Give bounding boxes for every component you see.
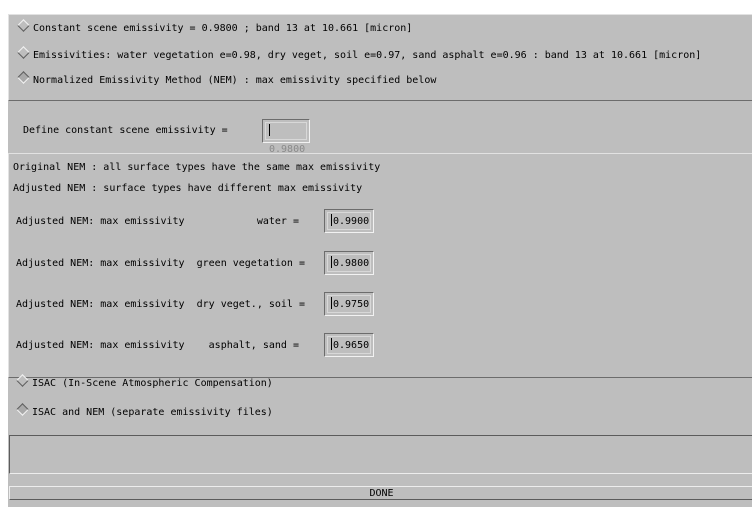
radio-diamond-icon bbox=[17, 19, 30, 32]
nem-asphalt-sand-field[interactable]: 0.9650 bbox=[324, 333, 374, 357]
radio-label: ISAC and NEM (separate emissivity files) bbox=[32, 407, 273, 418]
nem-water-field[interactable]: 0.9900 bbox=[324, 209, 374, 233]
radio-label: Constant scene emissivity = 0.9800 ; ban… bbox=[33, 23, 413, 34]
text-cursor bbox=[331, 338, 332, 350]
nem-asphalt-sand-value: 0.9650 bbox=[333, 340, 370, 351]
nem-water-value: 0.9900 bbox=[333, 216, 370, 227]
emissivity-dialog: Constant scene emissivity = 0.9800 ; ban… bbox=[8, 14, 752, 507]
radio-diamond-selected-icon bbox=[17, 71, 30, 84]
nem-green-vegetation-value: 0.9800 bbox=[333, 258, 370, 269]
nem-green-vegetation-field[interactable]: 0.9800 bbox=[324, 251, 374, 275]
constant-emissivity-label: Define constant scene emissivity = bbox=[23, 125, 228, 136]
method-options-panel: Constant scene emissivity = 0.9800 ; ban… bbox=[8, 14, 752, 101]
radio-isac-and-nem[interactable]: ISAC and NEM (separate emissivity files) bbox=[16, 403, 273, 421]
text-cursor bbox=[269, 124, 270, 136]
nem-settings-panel: Original NEM : all surface types have th… bbox=[8, 153, 752, 378]
done-label: DONE bbox=[369, 488, 394, 499]
radio-diamond-icon bbox=[16, 374, 29, 387]
text-cursor bbox=[331, 297, 332, 309]
radio-class-emissivities[interactable]: Emissivities: water vegetation e=0.98, d… bbox=[17, 46, 702, 64]
nem-green-vegetation-label: Adjusted NEM: max emissivity green veget… bbox=[16, 258, 305, 269]
radio-label: Emissivities: water vegetation e=0.98, d… bbox=[33, 50, 702, 61]
radio-diamond-selected-icon bbox=[16, 403, 29, 416]
text-cursor bbox=[331, 256, 332, 268]
done-button[interactable]: DONE bbox=[9, 486, 752, 500]
nem-asphalt-sand-label: Adjusted NEM: max emissivity asphalt, sa… bbox=[16, 340, 299, 351]
nem-dry-veget-soil-field[interactable]: 0.9750 bbox=[324, 292, 374, 316]
radio-nem[interactable]: Normalized Emissivity Method (NEM) : max… bbox=[17, 71, 437, 89]
radio-label: ISAC (In-Scene Atmospheric Compensation) bbox=[32, 378, 273, 389]
nem-note-original: Original NEM : all surface types have th… bbox=[13, 162, 381, 173]
nem-note-adjusted: Adjusted NEM : surface types have differ… bbox=[13, 183, 363, 194]
radio-constant-emissivity[interactable]: Constant scene emissivity = 0.9800 ; ban… bbox=[17, 19, 413, 37]
radio-label: Normalized Emissivity Method (NEM) : max… bbox=[33, 75, 437, 86]
nem-dry-veget-soil-label: Adjusted NEM: max emissivity dry veget.,… bbox=[16, 299, 305, 310]
nem-water-label: Adjusted NEM: max emissivity water = bbox=[16, 216, 299, 227]
text-cursor bbox=[331, 214, 332, 226]
constant-emissivity-field[interactable]: 0.9800 bbox=[262, 119, 310, 155]
message-area bbox=[9, 435, 752, 474]
nem-dry-veget-soil-value: 0.9750 bbox=[333, 299, 370, 310]
radio-diamond-icon bbox=[17, 46, 30, 59]
radio-isac[interactable]: ISAC (In-Scene Atmospheric Compensation) bbox=[16, 374, 273, 392]
